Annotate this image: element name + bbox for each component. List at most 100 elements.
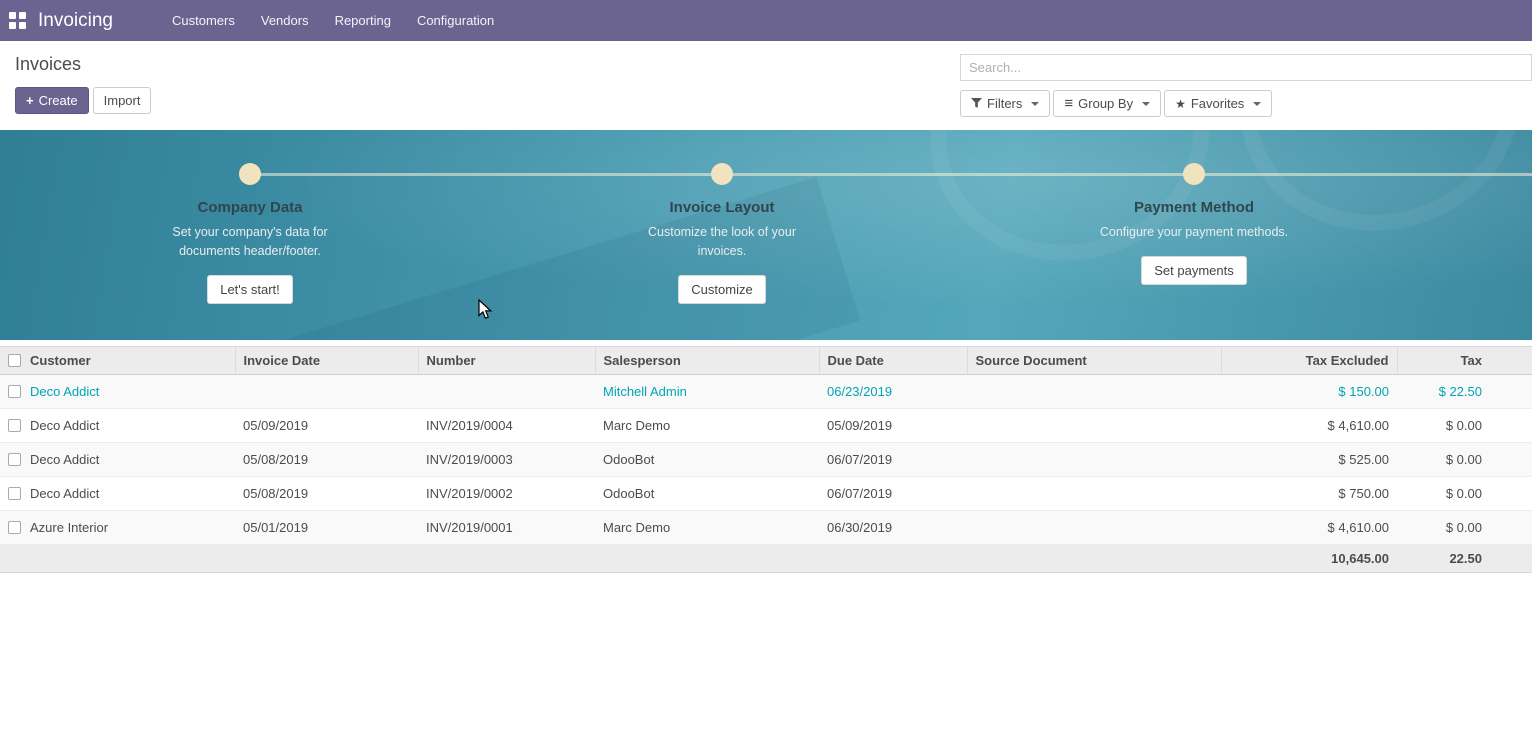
group-by-button[interactable]: ≡ Group By — [1053, 90, 1161, 117]
column-header-number[interactable]: Number — [418, 347, 595, 375]
favorites-button-label: Favorites — [1191, 96, 1244, 111]
cell-source-document[interactable] — [967, 375, 1221, 409]
cell-tax[interactable]: $ 0.00 — [1397, 443, 1532, 477]
cell-customer[interactable]: Deco Addict — [22, 409, 235, 443]
cell-due-date[interactable]: 06/07/2019 — [819, 477, 967, 511]
cell-salesperson[interactable]: OdooBot — [595, 477, 819, 511]
app-title[interactable]: Invoicing — [38, 10, 113, 32]
column-header-source-document[interactable]: Source Document — [967, 347, 1221, 375]
table-row[interactable]: Deco Addict 05/08/2019 INV/2019/0003 Odo… — [0, 443, 1532, 477]
customize-button[interactable]: Customize — [678, 275, 765, 304]
group-by-icon: ≡ — [1064, 98, 1073, 109]
filters-button[interactable]: Filters — [960, 90, 1050, 117]
control-panel: Invoices + Create Import Filters — [0, 41, 1532, 130]
favorites-button[interactable]: ★ Favorites — [1164, 90, 1272, 117]
cell-salesperson[interactable]: Marc Demo — [595, 409, 819, 443]
step-dot-icon — [1183, 163, 1205, 185]
cell-customer[interactable]: Deco Addict — [22, 477, 235, 511]
cell-source-document[interactable] — [967, 409, 1221, 443]
cell-due-date[interactable]: 06/07/2019 — [819, 443, 967, 477]
cell-customer[interactable]: Azure Interior — [22, 511, 235, 545]
column-header-customer[interactable]: Customer — [22, 347, 235, 375]
cell-invoice-date[interactable]: 05/08/2019 — [235, 477, 418, 511]
row-select-cell — [0, 443, 22, 477]
cell-salesperson[interactable]: Mitchell Admin — [595, 375, 819, 409]
cell-tax-excluded[interactable]: $ 4,610.00 — [1221, 409, 1397, 443]
cell-invoice-date[interactable] — [235, 375, 418, 409]
row-checkbox[interactable] — [8, 385, 21, 398]
select-all-checkbox[interactable] — [8, 354, 21, 367]
onboarding-step-invoice-layout: Invoice Layout Customize the look of you… — [572, 163, 872, 304]
column-header-due-date[interactable]: Due Date — [819, 347, 967, 375]
cell-customer[interactable]: Deco Addict — [22, 443, 235, 477]
lets-start-button[interactable]: Let's start! — [207, 275, 293, 304]
table-row[interactable]: Azure Interior 05/01/2019 INV/2019/0001 … — [0, 511, 1532, 545]
nav-vendors[interactable]: Vendors — [248, 0, 322, 41]
import-button[interactable]: Import — [93, 87, 152, 114]
row-checkbox[interactable] — [8, 521, 21, 534]
step-description: Customize the look of your invoices. — [622, 223, 822, 261]
caret-down-icon — [1253, 102, 1261, 106]
table-row[interactable]: Deco Addict Mitchell Admin 06/23/2019 $ … — [0, 375, 1532, 409]
cell-invoice-date[interactable]: 05/08/2019 — [235, 443, 418, 477]
filters-button-label: Filters — [987, 96, 1022, 111]
cell-due-date[interactable]: 06/30/2019 — [819, 511, 967, 545]
create-button[interactable]: + Create — [15, 87, 89, 114]
column-header-salesperson[interactable]: Salesperson — [595, 347, 819, 375]
cell-source-document[interactable] — [967, 511, 1221, 545]
cell-number[interactable]: INV/2019/0004 — [418, 409, 595, 443]
cell-number[interactable] — [418, 375, 595, 409]
nav-configuration[interactable]: Configuration — [404, 0, 507, 41]
nav-reporting[interactable]: Reporting — [322, 0, 404, 41]
favorites-star-icon: ★ — [1175, 98, 1186, 110]
cell-tax-excluded[interactable]: $ 750.00 — [1221, 477, 1397, 511]
table-row[interactable]: Deco Addict 05/09/2019 INV/2019/0004 Mar… — [0, 409, 1532, 443]
cell-number[interactable]: INV/2019/0003 — [418, 443, 595, 477]
row-checkbox[interactable] — [8, 419, 21, 432]
cell-source-document[interactable] — [967, 443, 1221, 477]
column-header-invoice-date[interactable]: Invoice Date — [235, 347, 418, 375]
table-body: Deco Addict Mitchell Admin 06/23/2019 $ … — [0, 375, 1532, 545]
table-header: Customer Invoice Date Number Salesperson… — [0, 347, 1532, 375]
action-buttons: + Create Import — [15, 87, 151, 114]
cell-tax[interactable]: $ 22.50 — [1397, 375, 1532, 409]
cell-salesperson[interactable]: OdooBot — [595, 443, 819, 477]
import-button-label: Import — [104, 93, 141, 108]
cell-tax[interactable]: $ 0.00 — [1397, 409, 1532, 443]
cell-due-date[interactable]: 05/09/2019 — [819, 409, 967, 443]
cell-invoice-date[interactable]: 05/09/2019 — [235, 409, 418, 443]
cell-tax-excluded[interactable]: $ 4,610.00 — [1221, 511, 1397, 545]
table-footer: 10,645.00 22.50 — [0, 545, 1532, 573]
cell-salesperson[interactable]: Marc Demo — [595, 511, 819, 545]
search-input[interactable] — [960, 54, 1532, 81]
main-menu: Customers Vendors Reporting Configuratio… — [159, 0, 507, 41]
cell-source-document[interactable] — [967, 477, 1221, 511]
apps-menu-icon[interactable] — [9, 12, 26, 29]
cell-tax[interactable]: $ 0.00 — [1397, 477, 1532, 511]
column-header-tax[interactable]: Tax — [1397, 347, 1532, 375]
onboarding-banner: Company Data Set your company's data for… — [0, 130, 1532, 340]
control-panel-right: Filters ≡ Group By ★ Favorites — [960, 54, 1532, 130]
cell-number[interactable]: INV/2019/0001 — [418, 511, 595, 545]
search-filter-buttons: Filters ≡ Group By ★ Favorites — [960, 90, 1532, 117]
cell-customer[interactable]: Deco Addict — [22, 375, 235, 409]
set-payments-button[interactable]: Set payments — [1141, 256, 1247, 285]
control-panel-left: Invoices + Create Import — [15, 54, 151, 130]
row-checkbox[interactable] — [8, 453, 21, 466]
cell-tax-excluded[interactable]: $ 525.00 — [1221, 443, 1397, 477]
step-description: Set your company's data for documents he… — [150, 223, 350, 261]
table-row[interactable]: Deco Addict 05/08/2019 INV/2019/0002 Odo… — [0, 477, 1532, 511]
total-tax: 22.50 — [1397, 545, 1532, 573]
column-header-tax-excluded[interactable]: Tax Excluded — [1221, 347, 1397, 375]
row-select-cell — [0, 375, 22, 409]
onboarding-step-payment-method: Payment Method Configure your payment me… — [1044, 163, 1344, 285]
row-checkbox[interactable] — [8, 487, 21, 500]
select-all-cell — [0, 347, 22, 375]
caret-down-icon — [1142, 102, 1150, 106]
cell-due-date[interactable]: 06/23/2019 — [819, 375, 967, 409]
cell-tax[interactable]: $ 0.00 — [1397, 511, 1532, 545]
cell-invoice-date[interactable]: 05/01/2019 — [235, 511, 418, 545]
cell-tax-excluded[interactable]: $ 150.00 — [1221, 375, 1397, 409]
cell-number[interactable]: INV/2019/0002 — [418, 477, 595, 511]
nav-customers[interactable]: Customers — [159, 0, 248, 41]
